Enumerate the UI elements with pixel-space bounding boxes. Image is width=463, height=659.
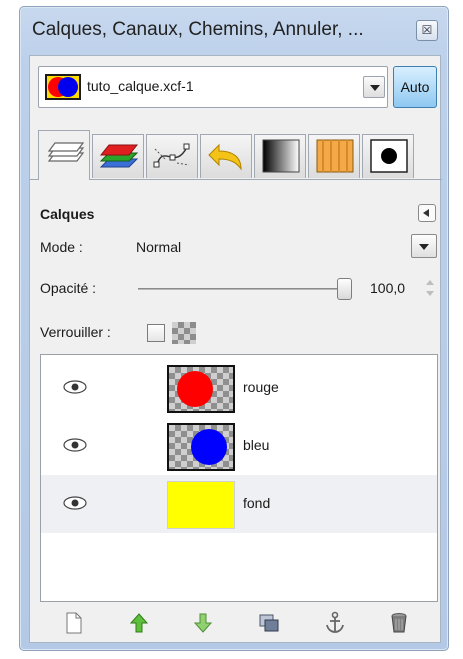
opacity-slider[interactable] (138, 288, 348, 290)
undo-history-tab-icon (208, 143, 242, 171)
dock-tabs (38, 130, 437, 180)
chevron-down-icon[interactable] (363, 76, 385, 98)
auto-button[interactable]: Auto (393, 66, 437, 108)
tab-undo-history[interactable] (200, 134, 252, 178)
layer-thumbnail (167, 481, 235, 529)
layers-dock-window: Calques, Canaux, Chemins, Annuler, ... ☒… (19, 6, 449, 651)
tab-divider (30, 179, 442, 180)
opacity-slider-handle[interactable] (337, 278, 352, 300)
tab-brushes[interactable] (362, 134, 414, 178)
delete-layer-button[interactable] (386, 610, 412, 636)
title-bar[interactable]: Calques, Canaux, Chemins, Annuler, ... ☒ (20, 7, 448, 55)
window-title: Calques, Canaux, Chemins, Annuler, ... (32, 19, 364, 40)
patterns-tab-icon (316, 139, 354, 173)
delete-layer-icon (391, 613, 407, 633)
anchor-layer-button[interactable] (322, 610, 348, 636)
duplicate-layer-icon (259, 614, 279, 632)
layers-tab-icon (47, 142, 85, 162)
tab-paths[interactable] (146, 134, 198, 178)
raise-layer-icon (129, 613, 149, 633)
image-selector-value: tuto_calque.xcf-1 (87, 78, 194, 94)
tab-channels[interactable] (92, 134, 144, 178)
lower-layer-button[interactable] (190, 610, 216, 636)
new-layer-button[interactable] (60, 610, 86, 636)
layer-row-bleu[interactable]: bleu (41, 417, 437, 475)
layers-toolbar (40, 608, 438, 638)
gradients-tab-icon (262, 139, 300, 173)
layer-row-fond[interactable]: fond (41, 475, 437, 533)
lock-alpha-icon[interactable] (172, 322, 196, 344)
layer-name[interactable]: fond (243, 495, 270, 511)
layer-thumbnail (167, 423, 235, 471)
opacity-value[interactable]: 100,0 (370, 280, 405, 296)
close-button[interactable]: ☒ (416, 20, 438, 41)
tab-patterns[interactable] (308, 134, 360, 178)
paths-tab-icon (153, 143, 190, 168)
brushes-tab-icon (370, 139, 408, 173)
mode-dropdown-button[interactable] (411, 234, 437, 258)
mode-label: Mode : (40, 239, 83, 255)
mode-value[interactable]: Normal (136, 239, 181, 255)
lower-layer-icon (193, 613, 213, 633)
raise-layer-button[interactable] (126, 610, 152, 636)
image-thumbnail (45, 74, 81, 100)
layer-row-rouge[interactable]: rouge (41, 359, 437, 417)
channels-tab-icon (99, 144, 139, 168)
tab-gradients[interactable] (254, 134, 306, 178)
anchor-layer-icon (326, 611, 344, 633)
tab-menu-icon[interactable] (418, 204, 436, 222)
lock-pixels-checkbox[interactable] (147, 324, 165, 342)
layer-name[interactable]: rouge (243, 379, 279, 395)
dock-panel: tuto_calque.xcf-1 Auto Calques Mode: No… (29, 55, 442, 643)
duplicate-layer-button[interactable] (256, 610, 282, 636)
eye-icon[interactable] (63, 380, 87, 394)
image-selector[interactable]: tuto_calque.xcf-1 (38, 66, 388, 108)
opacity-label: Opacité : (40, 280, 97, 296)
new-layer-icon (66, 612, 82, 634)
lock-label: Verrouiller : (40, 324, 111, 340)
layer-name[interactable]: bleu (243, 437, 269, 453)
layers-title: Calques (40, 206, 95, 222)
opacity-spin-buttons[interactable] (424, 277, 436, 301)
layer-thumbnail (167, 365, 235, 413)
eye-icon[interactable] (63, 496, 87, 510)
layer-list[interactable]: rouge bleu fond (40, 354, 438, 602)
eye-icon[interactable] (63, 438, 87, 452)
tab-layers[interactable] (38, 130, 90, 180)
